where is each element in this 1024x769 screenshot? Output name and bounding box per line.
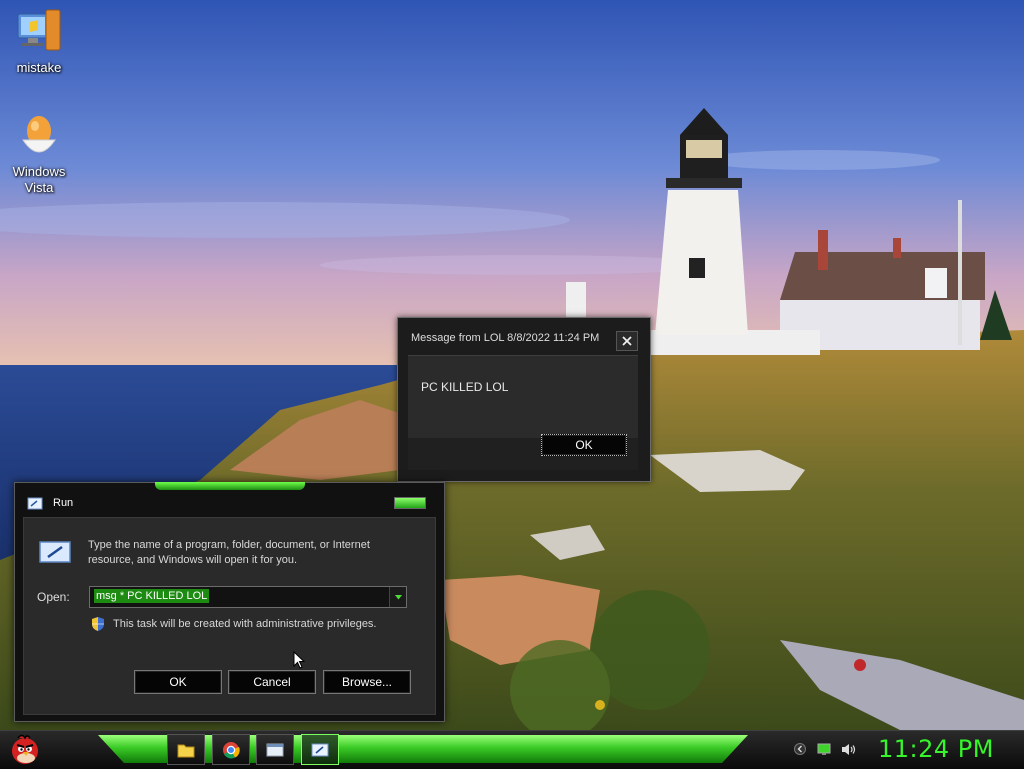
admin-privileges-note: This task will be created with administr… xyxy=(113,618,377,630)
run-dialog: Run Type the name of a program, folder, … xyxy=(14,482,445,722)
start-button[interactable] xyxy=(8,731,48,769)
ok-button[interactable]: OK xyxy=(541,434,627,456)
egg-icon xyxy=(22,116,56,153)
message-box-title: Message from LOL 8/8/2022 11:24 PM xyxy=(411,332,600,344)
open-combobox[interactable]: msg * PC KILLED LOL xyxy=(89,586,407,608)
window-icon xyxy=(266,743,284,756)
run-dialog-title: Run xyxy=(53,497,74,509)
desktop-icon-windows-vista[interactable]: Windows Vista xyxy=(1,114,77,196)
taskbar-chrome-button[interactable] xyxy=(212,734,250,765)
angry-bird-icon xyxy=(12,734,38,764)
chrome-icon xyxy=(223,741,240,758)
message-box-window: Message from LOL 8/8/2022 11:24 PM PC KI… xyxy=(397,317,651,482)
run-icon xyxy=(27,497,43,510)
network-icon[interactable] xyxy=(817,743,831,756)
taskbar: 11:24 PM xyxy=(0,730,1024,769)
message-text: PC KILLED LOL xyxy=(421,380,509,394)
open-label: Open: xyxy=(37,590,70,604)
cancel-button[interactable]: Cancel xyxy=(228,670,316,694)
desktop-icon-label: Windows Vista xyxy=(12,164,66,195)
desktop-icon-mistake[interactable]: mistake xyxy=(1,8,77,76)
run-icon xyxy=(311,743,329,756)
close-button[interactable] xyxy=(616,331,638,351)
run-description: Type the name of a program, folder, docu… xyxy=(88,539,370,566)
close-icon xyxy=(622,336,632,346)
folder-icon xyxy=(177,744,195,757)
desktop-icon-label: mistake xyxy=(16,60,62,75)
run-dialog-panel: Type the name of a program, folder, docu… xyxy=(23,517,436,715)
browse-button[interactable]: Browse... xyxy=(323,670,411,694)
volume-icon[interactable] xyxy=(841,743,857,756)
run-program-icon xyxy=(39,541,71,563)
mouse-cursor-icon xyxy=(293,651,305,669)
chevron-down-icon xyxy=(394,594,402,599)
open-input-value[interactable]: msg * PC KILLED LOL xyxy=(94,589,210,603)
taskbar-window-button[interactable] xyxy=(256,734,294,765)
title-glow xyxy=(155,482,305,490)
window-controls[interactable] xyxy=(394,497,426,509)
taskbar-run-button[interactable] xyxy=(301,734,339,765)
dropdown-button[interactable] xyxy=(389,587,406,607)
uac-shield-icon xyxy=(92,617,104,631)
ok-button[interactable]: OK xyxy=(134,670,222,694)
taskbar-clock[interactable]: 11:24 PM xyxy=(878,735,994,763)
message-box-body: PC KILLED LOL xyxy=(408,355,638,438)
computer-with-shield-icon xyxy=(17,9,61,51)
chevron-left-icon[interactable] xyxy=(794,743,806,755)
taskbar-explorer-button[interactable] xyxy=(167,734,205,765)
